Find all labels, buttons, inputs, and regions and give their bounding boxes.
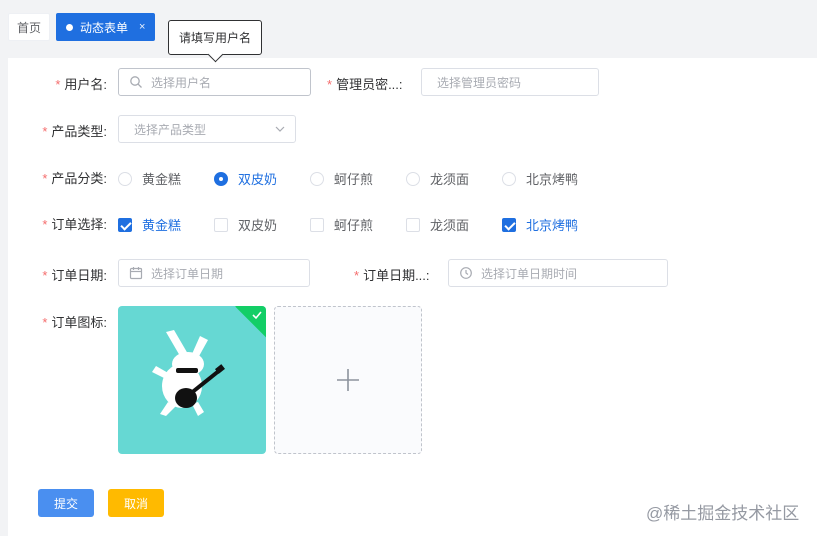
search-icon [130, 76, 142, 88]
required-mark: * [327, 77, 333, 92]
order-date-placeholder: 选择订单日期 [151, 266, 224, 281]
calendar-icon [129, 267, 143, 280]
product-type-placeholder: 选择产品类型 [134, 122, 207, 137]
checkbox-checked-icon [118, 217, 132, 232]
clock-icon [460, 267, 472, 279]
tab-dynamic-form-label: 动态表单 [80, 20, 129, 35]
submit-button[interactable]: 提交 [38, 489, 94, 517]
checkbox-option[interactable]: 蚵仔煎 [310, 215, 373, 234]
order-datetime-placeholder: 选择订单日期时间 [481, 266, 578, 281]
watermark: @稀土掘金技术社区 [646, 504, 800, 523]
checkbox-option[interactable]: 双皮奶 [214, 215, 277, 234]
radio-option[interactable]: 北京烤鸭 [502, 169, 578, 188]
radio-option[interactable]: 黄金糕 [118, 169, 181, 188]
tab-dynamic-form[interactable]: 动态表单 × [56, 13, 156, 41]
tooltip-text: 请填写用户名 [178, 31, 251, 45]
active-dot-icon [66, 23, 74, 31]
checkbox-option-checked[interactable]: 黄金糕 [118, 215, 181, 234]
required-mark: * [42, 315, 48, 330]
order-select-label: * 订单选择: [42, 217, 107, 232]
radio-option[interactable]: 蚵仔煎 [310, 169, 373, 188]
tab-bar: 首页 动态表单 × [8, 13, 156, 41]
radio-checked-icon [214, 171, 228, 186]
tab-home-label: 首页 [17, 20, 42, 35]
username-input[interactable]: 选择用户名 [118, 68, 311, 96]
check-icon [252, 311, 262, 320]
checkbox-icon [310, 217, 324, 232]
radio-icon [502, 171, 516, 186]
order-datetime-label: * 订单日期...: [354, 268, 430, 283]
username-placeholder: 选择用户名 [151, 75, 212, 90]
uploaded-image-thumbnail[interactable] [118, 306, 266, 454]
radio-option-selected[interactable]: 双皮奶 [214, 169, 277, 188]
admin-password-placeholder: 选择管理员密码 [437, 75, 522, 90]
required-mark: * [55, 77, 61, 92]
checkbox-option-checked[interactable]: 北京烤鸭 [502, 215, 578, 234]
radio-icon [118, 171, 132, 186]
checkbox-icon [214, 217, 228, 232]
required-mark: * [42, 268, 48, 283]
plus-icon [337, 369, 359, 391]
order-date-label: * 订单日期: [42, 268, 107, 283]
required-mark: * [42, 124, 48, 139]
radio-icon [310, 171, 324, 186]
tab-home[interactable]: 首页 [8, 13, 51, 41]
product-type-select[interactable]: 选择产品类型 [118, 115, 296, 143]
radio-icon [406, 171, 420, 186]
checkbox-icon [406, 217, 420, 232]
cancel-button[interactable]: 取消 [108, 489, 164, 517]
checkbox-option[interactable]: 龙须面 [406, 215, 469, 234]
required-mark: * [42, 171, 48, 186]
checkbox-checked-icon [502, 217, 516, 232]
order-date-input[interactable]: 选择订单日期 [118, 259, 310, 287]
product-category-label: * 产品分类: [42, 171, 107, 186]
rabbit-guitar-image [152, 330, 225, 416]
required-mark: * [42, 217, 48, 232]
order-datetime-input[interactable]: 选择订单日期时间 [448, 259, 668, 287]
form-card: * 用户名: 选择用户名 * 管理员密...: 选择管理员密码 * 产品类型: 选择产… [8, 58, 817, 536]
close-icon[interactable]: × [139, 21, 145, 33]
chevron-down-icon [275, 126, 285, 132]
username-label: * 用户名: [55, 77, 107, 92]
product-type-label: * 产品类型: [42, 124, 107, 139]
username-tooltip: 请填写用户名 [168, 20, 262, 55]
required-mark: * [354, 268, 360, 283]
admin-password-input[interactable]: 选择管理员密码 [421, 68, 599, 96]
order-icon-label: * 订单图标: [42, 315, 107, 330]
radio-option[interactable]: 龙须面 [406, 169, 469, 188]
admin-password-label: * 管理员密...: [327, 77, 403, 92]
upload-add-button[interactable] [274, 306, 422, 454]
